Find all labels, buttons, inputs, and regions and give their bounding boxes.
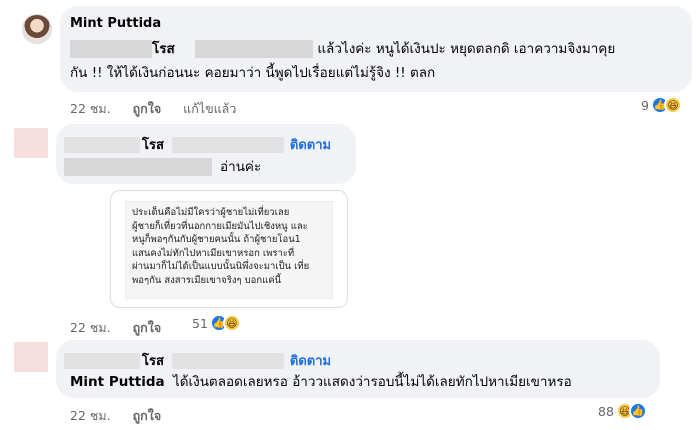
comment-text-line1: โรส แล้วไงค่ะ หนูได้เงินปะ หยุดตลกดิ เอา… [70, 38, 615, 60]
comment-bubble: โรส ติดตาม อ่านค่ะ [56, 124, 356, 184]
like-button[interactable]: ถูกใจ [133, 320, 162, 335]
reaction-count: 51 [192, 315, 208, 331]
author-suffix: โรส [142, 354, 164, 369]
like-button[interactable]: ถูกใจ [133, 101, 162, 116]
redacted-name [64, 352, 140, 369]
comment-author[interactable]: โรส ติดตาม [64, 350, 331, 371]
comment-text: ได้เงินตลอดเลยหรอ อ้าววแสดงว่ารอบนี้ไม่ไ… [172, 374, 572, 390]
edited-label: แก้ไขแล้ว [183, 101, 237, 116]
redacted-name [171, 352, 284, 369]
comment-text-line: Mint Puttida ได้เงินตลอดเลยหรอ อ้าววแสดง… [70, 371, 572, 393]
avatar[interactable] [14, 128, 48, 158]
reaction-summary[interactable]: 9 👍 😆 [641, 96, 682, 114]
redacted-name [171, 136, 284, 153]
reaction-count: 88 [598, 403, 614, 419]
comment-actions: 22 ชม. ถูกใจ [70, 406, 183, 426]
screenshot-image: ประเด็นคือไม่มีใครว่าผู้ชายไม่เที่ยวเลย … [125, 201, 333, 299]
comment-actions: 22 ชม. ถูกใจ แก้ไขแล้ว [70, 99, 258, 119]
image-text: ประเด็นคือไม่มีใครว่าผู้ชายไม่เที่ยวเลย … [132, 207, 310, 286]
avatar[interactable] [14, 342, 48, 372]
mention-link[interactable]: Mint Puttida [70, 374, 165, 390]
follow-button[interactable]: ติดตาม [290, 350, 331, 371]
redacted-name [195, 40, 314, 58]
comment-text-line: อ่านค่ะ [64, 156, 261, 178]
redacted-name [64, 136, 140, 153]
reaction-count: 9 [641, 97, 649, 113]
comment-bubble: Mint Puttida โรส แล้วไงค่ะ หนูได้เงินปะ … [60, 6, 692, 92]
redacted-name [70, 40, 152, 58]
like-icon: 👍 [628, 402, 647, 420]
comment-text: อ่านค่ะ [220, 159, 262, 175]
comment-time[interactable]: 22 ชม. [70, 101, 111, 116]
haha-icon: 😆 [663, 96, 682, 114]
follow-button[interactable]: ติดตาม [290, 134, 331, 155]
comment-time[interactable]: 22 ชม. [70, 408, 111, 423]
comment-text: แล้วไงค่ะ หนูได้เงินปะ หยุดตลกดิ เอาความ… [317, 41, 616, 57]
reaction-summary[interactable]: 51 👍 😆 [192, 314, 241, 332]
like-button[interactable]: ถูกใจ [133, 408, 162, 423]
comment-bubble: โรส ติดตาม Mint Puttida ได้เงินตลอดเลยหร… [56, 340, 660, 398]
author-suffix: โรส [142, 138, 164, 153]
haha-icon: 😆 [222, 314, 241, 332]
comment-text-line2: กัน !! ให้ได้เงินก่อนนะ คอยมาว่า นี้พูดไ… [70, 65, 436, 81]
comment-author[interactable]: Mint Puttida [70, 16, 161, 31]
comment-image[interactable]: ประเด็นคือไม่มีใครว่าผู้ชายไม่เที่ยวเลย … [110, 190, 348, 308]
reaction-summary[interactable]: 88 😆 👍 [598, 402, 647, 420]
avatar[interactable] [22, 14, 52, 44]
comment-author[interactable]: โรส ติดตาม [64, 134, 331, 155]
comment-actions: 22 ชม. ถูกใจ [70, 318, 183, 338]
mention-name[interactable]: โรส [152, 41, 175, 57]
comment-time[interactable]: 22 ชม. [70, 320, 111, 335]
redacted-mention [64, 158, 212, 176]
